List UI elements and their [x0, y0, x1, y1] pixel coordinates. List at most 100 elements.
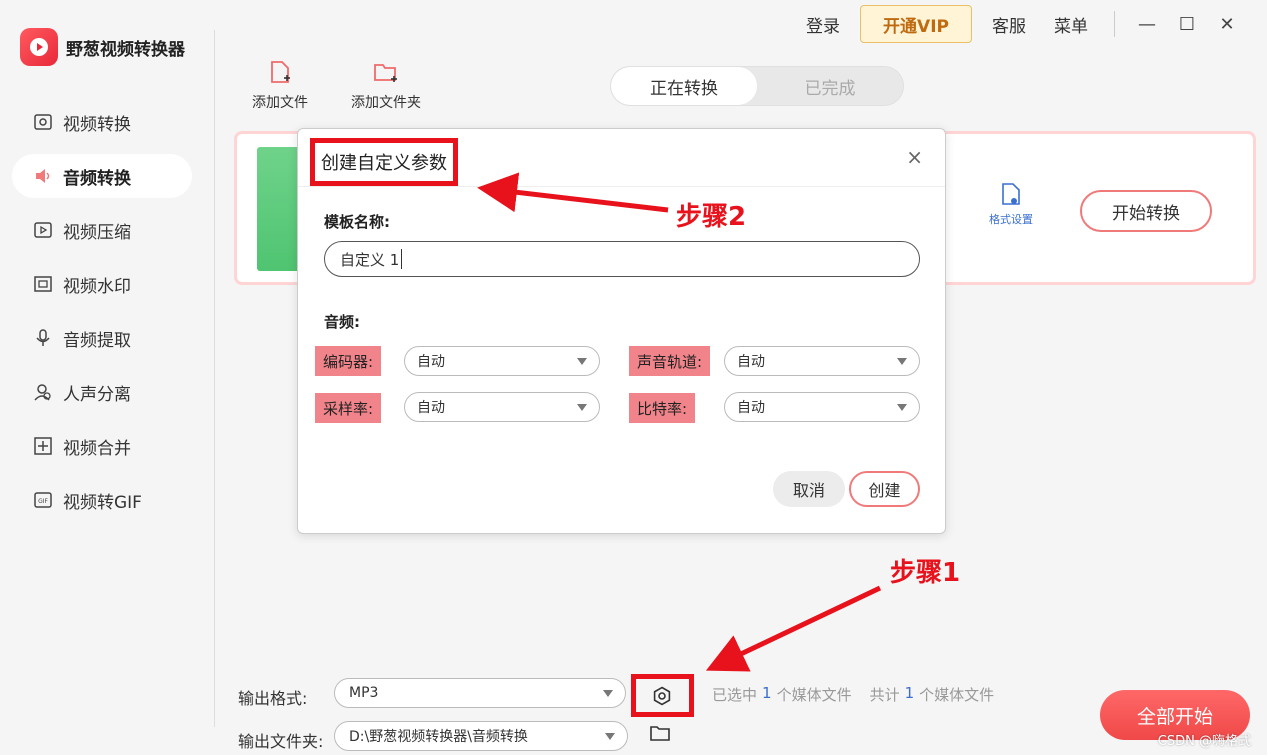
chevron-down-icon — [577, 404, 587, 411]
output-folder-value: D:\野葱视频转换器\音频转换 — [349, 729, 528, 745]
status-tabs: 正在转换 已完成 — [610, 66, 904, 106]
video-convert-icon — [32, 111, 54, 133]
encoder-value: 自动 — [417, 354, 445, 370]
sidebar-item-video-compress[interactable]: 视频压缩 — [12, 208, 192, 252]
encoder-select[interactable]: 自动 — [404, 346, 600, 376]
menu-link[interactable]: 菜单 — [1054, 12, 1088, 37]
sidebar-item-label: 视频压缩 — [63, 222, 131, 243]
open-folder-button[interactable] — [650, 724, 674, 746]
output-format-value: MP3 — [349, 685, 379, 701]
template-name-value: 自定义 1 — [340, 250, 400, 269]
sidebar-item-video-merge[interactable]: 视频合并 — [12, 424, 192, 468]
chevron-down-icon — [897, 358, 907, 365]
title-bar: 登录 开通VIP 客服 菜单 — ☐ ✕ — [792, 4, 1247, 44]
sidebar-divider — [214, 30, 215, 727]
total-count: 1 — [904, 684, 915, 702]
sidebar-item-label: 视频水印 — [63, 276, 131, 297]
sidebar-item-audio-extract[interactable]: 音频提取 — [12, 316, 192, 360]
format-settings-button[interactable]: 格式设置 — [989, 182, 1033, 227]
output-format-select[interactable]: MP3 — [334, 678, 626, 708]
selected-suffix: 个媒体文件 — [776, 686, 852, 704]
selected-prefix: 已选中 — [712, 686, 758, 704]
dialog-close-button[interactable]: × — [906, 145, 923, 169]
bitrate-value: 自动 — [737, 400, 765, 416]
start-convert-button[interactable]: 开始转换 — [1080, 190, 1212, 232]
sample-rate-value: 自动 — [417, 400, 445, 416]
service-link[interactable]: 客服 — [992, 12, 1026, 37]
chevron-down-icon — [897, 404, 907, 411]
sidebar-item-watermark[interactable]: 视频水印 — [12, 262, 192, 306]
gear-icon — [653, 686, 671, 706]
step1-label: 步骤1 — [890, 558, 961, 588]
chevron-down-icon — [603, 690, 613, 697]
selection-status: 已选中 1 个媒体文件 共计 1 个媒体文件 — [712, 684, 994, 705]
sidebar-item-label: 音频提取 — [63, 330, 131, 351]
app-logo: 野葱视频转换器 — [20, 28, 185, 66]
total-suffix: 个媒体文件 — [919, 686, 995, 704]
tab-completed[interactable]: 已完成 — [757, 67, 903, 105]
app-title: 野葱视频转换器 — [66, 39, 185, 60]
sidebar: 野葱视频转换器 视频转换 音频转换 视频压缩 视频水印 音频提取 人声分离 视频… — [0, 0, 214, 755]
format-settings-label: 格式设置 — [989, 213, 1033, 226]
total-prefix: 共计 — [869, 686, 900, 704]
add-folder-label: 添加文件夹 — [351, 95, 421, 111]
custom-params-dialog: 创建自定义参数 × 模板名称: 自定义 1 音频: 编码器: 自动 声音轨道: … — [297, 128, 946, 534]
gif-icon: GIF — [32, 489, 54, 511]
add-folder-icon — [351, 60, 421, 86]
sidebar-item-video-convert[interactable]: 视频转换 — [12, 100, 192, 144]
encoder-label: 编码器: — [315, 346, 382, 376]
add-file-icon — [252, 60, 308, 86]
tab-converting[interactable]: 正在转换 — [611, 67, 757, 105]
dialog-title: 创建自定义参数 — [310, 138, 458, 186]
video-compress-icon — [32, 219, 54, 241]
login-link[interactable]: 登录 — [806, 12, 840, 37]
selected-count: 1 — [762, 684, 772, 702]
step2-label: 步骤2 — [676, 202, 747, 232]
output-folder-select[interactable]: D:\野葱视频转换器\音频转换 — [334, 721, 628, 751]
chevron-down-icon — [577, 358, 587, 365]
vip-button[interactable]: 开通VIP — [860, 5, 972, 43]
sidebar-item-label: 视频转GIF — [63, 492, 142, 513]
sample-rate-label: 采样率: — [315, 393, 382, 423]
audio-extract-icon — [32, 327, 54, 349]
sidebar-item-label: 音频转换 — [63, 168, 131, 189]
bitrate-select[interactable]: 自动 — [724, 392, 920, 422]
watermark-icon — [32, 273, 54, 295]
bitrate-label: 比特率: — [629, 393, 696, 423]
voice-separate-icon — [32, 381, 54, 403]
text-cursor — [401, 249, 403, 269]
output-folder-label: 输出文件夹: — [238, 732, 324, 751]
svg-text:GIF: GIF — [38, 498, 48, 505]
minimize-button[interactable]: — — [1127, 14, 1167, 35]
sidebar-item-gif[interactable]: GIF 视频转GIF — [12, 478, 192, 522]
maximize-button[interactable]: ☐ — [1167, 14, 1207, 35]
output-settings-button[interactable] — [642, 682, 682, 710]
topbar-divider — [1114, 11, 1115, 37]
logo-icon — [20, 28, 58, 66]
cancel-button[interactable]: 取消 — [773, 471, 845, 507]
video-merge-icon — [32, 435, 54, 457]
sidebar-item-label: 视频合并 — [63, 438, 131, 459]
close-window-button[interactable]: ✕ — [1207, 14, 1247, 35]
add-file-label: 添加文件 — [252, 95, 308, 111]
add-file-button[interactable]: 添加文件 — [252, 60, 308, 112]
sidebar-item-label: 人声分离 — [63, 384, 131, 405]
sidebar-item-voice-separate[interactable]: 人声分离 — [12, 370, 192, 414]
sidebar-nav: 视频转换 音频转换 视频压缩 视频水印 音频提取 人声分离 视频合并 GIF 视 — [12, 100, 192, 532]
folder-icon — [650, 726, 670, 741]
create-button[interactable]: 创建 — [849, 471, 920, 507]
output-format-label: 输出格式: — [238, 689, 308, 708]
channels-value: 自动 — [737, 354, 765, 370]
template-name-label: 模板名称: — [324, 213, 390, 231]
channels-label: 声音轨道: — [629, 346, 711, 376]
sample-rate-select[interactable]: 自动 — [404, 392, 600, 422]
channels-select[interactable]: 自动 — [724, 346, 920, 376]
template-name-input[interactable]: 自定义 1 — [324, 241, 920, 277]
dialog-header: 创建自定义参数 × — [298, 129, 945, 187]
format-settings-icon — [989, 182, 1033, 211]
audio-convert-icon — [32, 165, 54, 187]
watermark-text: CSDN @嗨格式 — [1157, 734, 1251, 749]
add-folder-button[interactable]: 添加文件夹 — [351, 60, 421, 112]
sidebar-item-label: 视频转换 — [63, 114, 131, 135]
sidebar-item-audio-convert[interactable]: 音频转换 — [12, 154, 192, 198]
